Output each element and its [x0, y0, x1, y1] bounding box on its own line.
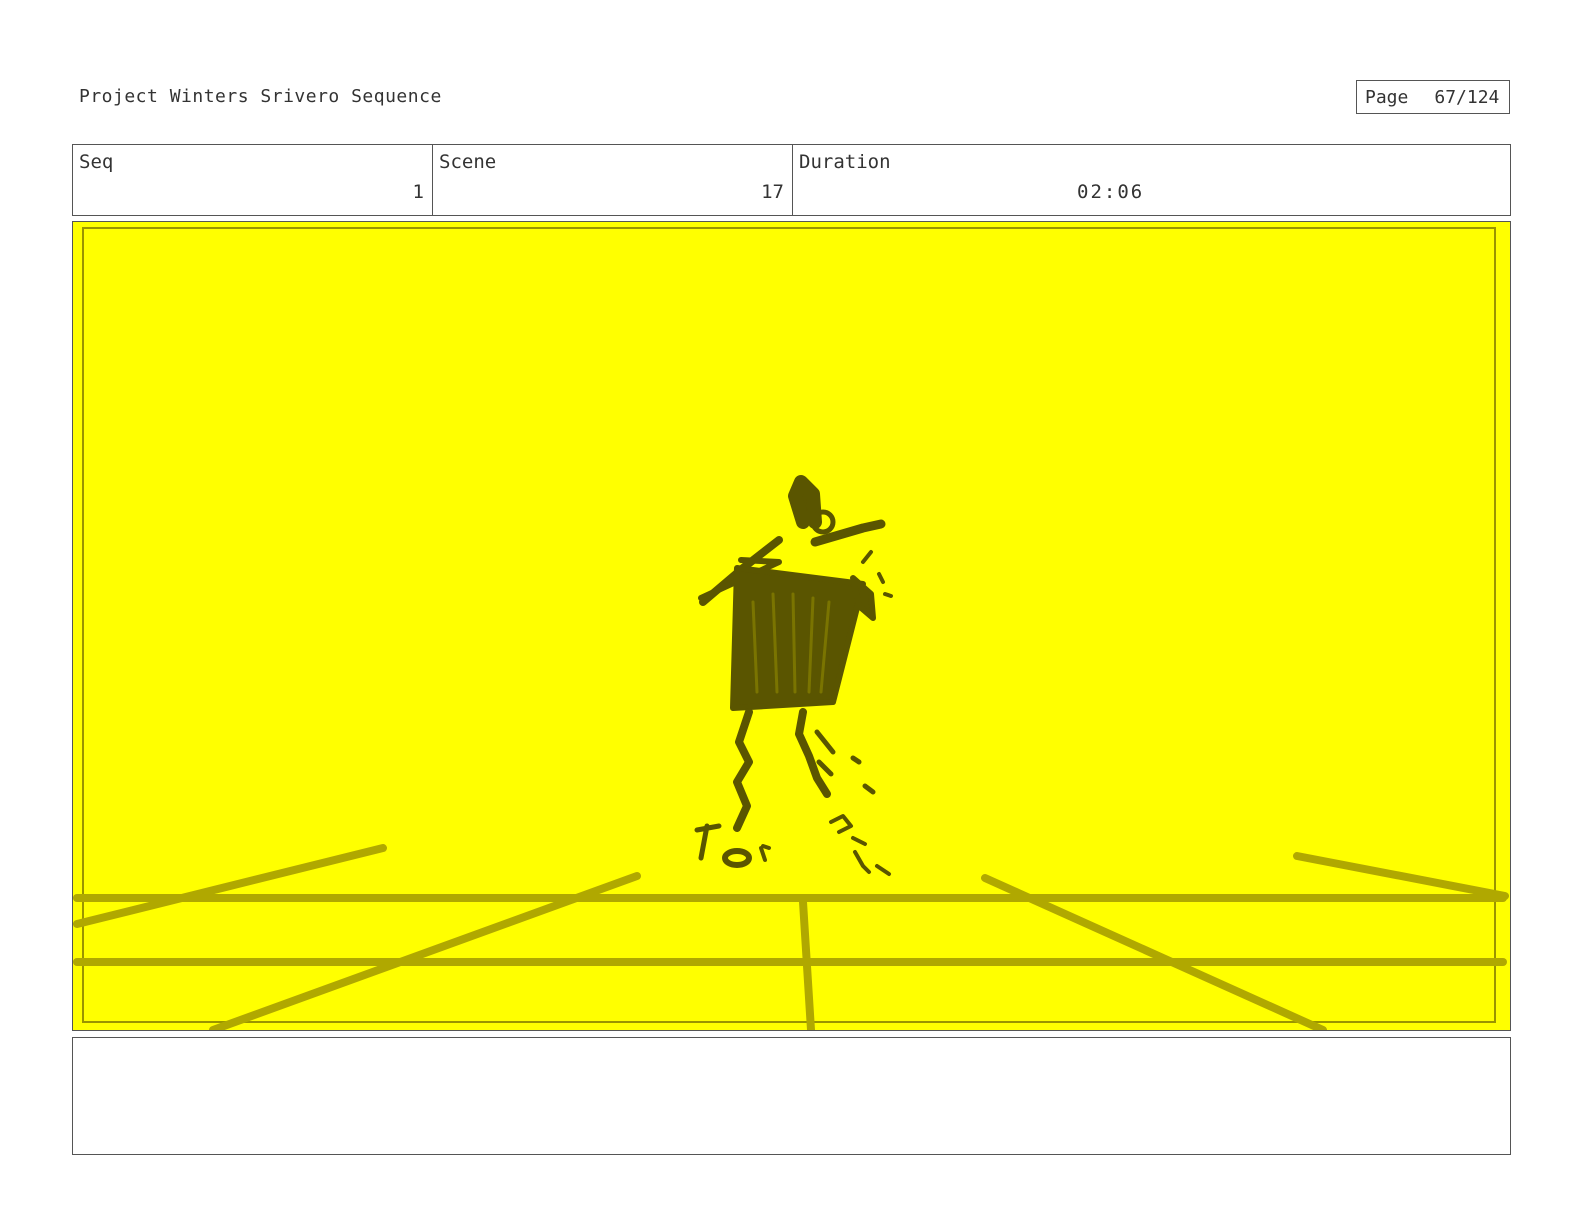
- duration-label: Duration: [799, 151, 891, 173]
- seq-label: Seq: [79, 151, 114, 173]
- page-indicator: Page 67/124: [1356, 80, 1510, 114]
- storyboard-drawing: [73, 222, 1510, 1030]
- scene-cell: Scene 17: [433, 145, 793, 215]
- duration-cell: Duration 02:06: [793, 145, 1510, 215]
- seq-cell: Seq 1: [73, 145, 433, 215]
- panel-notes[interactable]: [72, 1037, 1511, 1155]
- shot-info-table: Seq 1 Scene 17 Duration 02:06: [72, 144, 1511, 216]
- duration-value: 02:06: [1077, 181, 1145, 203]
- character-head: [788, 475, 822, 529]
- page-label: Page: [1365, 86, 1409, 108]
- page-number: 67/124: [1434, 86, 1500, 108]
- storyboard-panel: [72, 221, 1511, 1031]
- project-title: Project Winters Srivero Sequence: [79, 86, 442, 107]
- seq-value: 1: [412, 181, 424, 203]
- scene-label: Scene: [439, 151, 497, 173]
- scene-value: 17: [761, 181, 784, 203]
